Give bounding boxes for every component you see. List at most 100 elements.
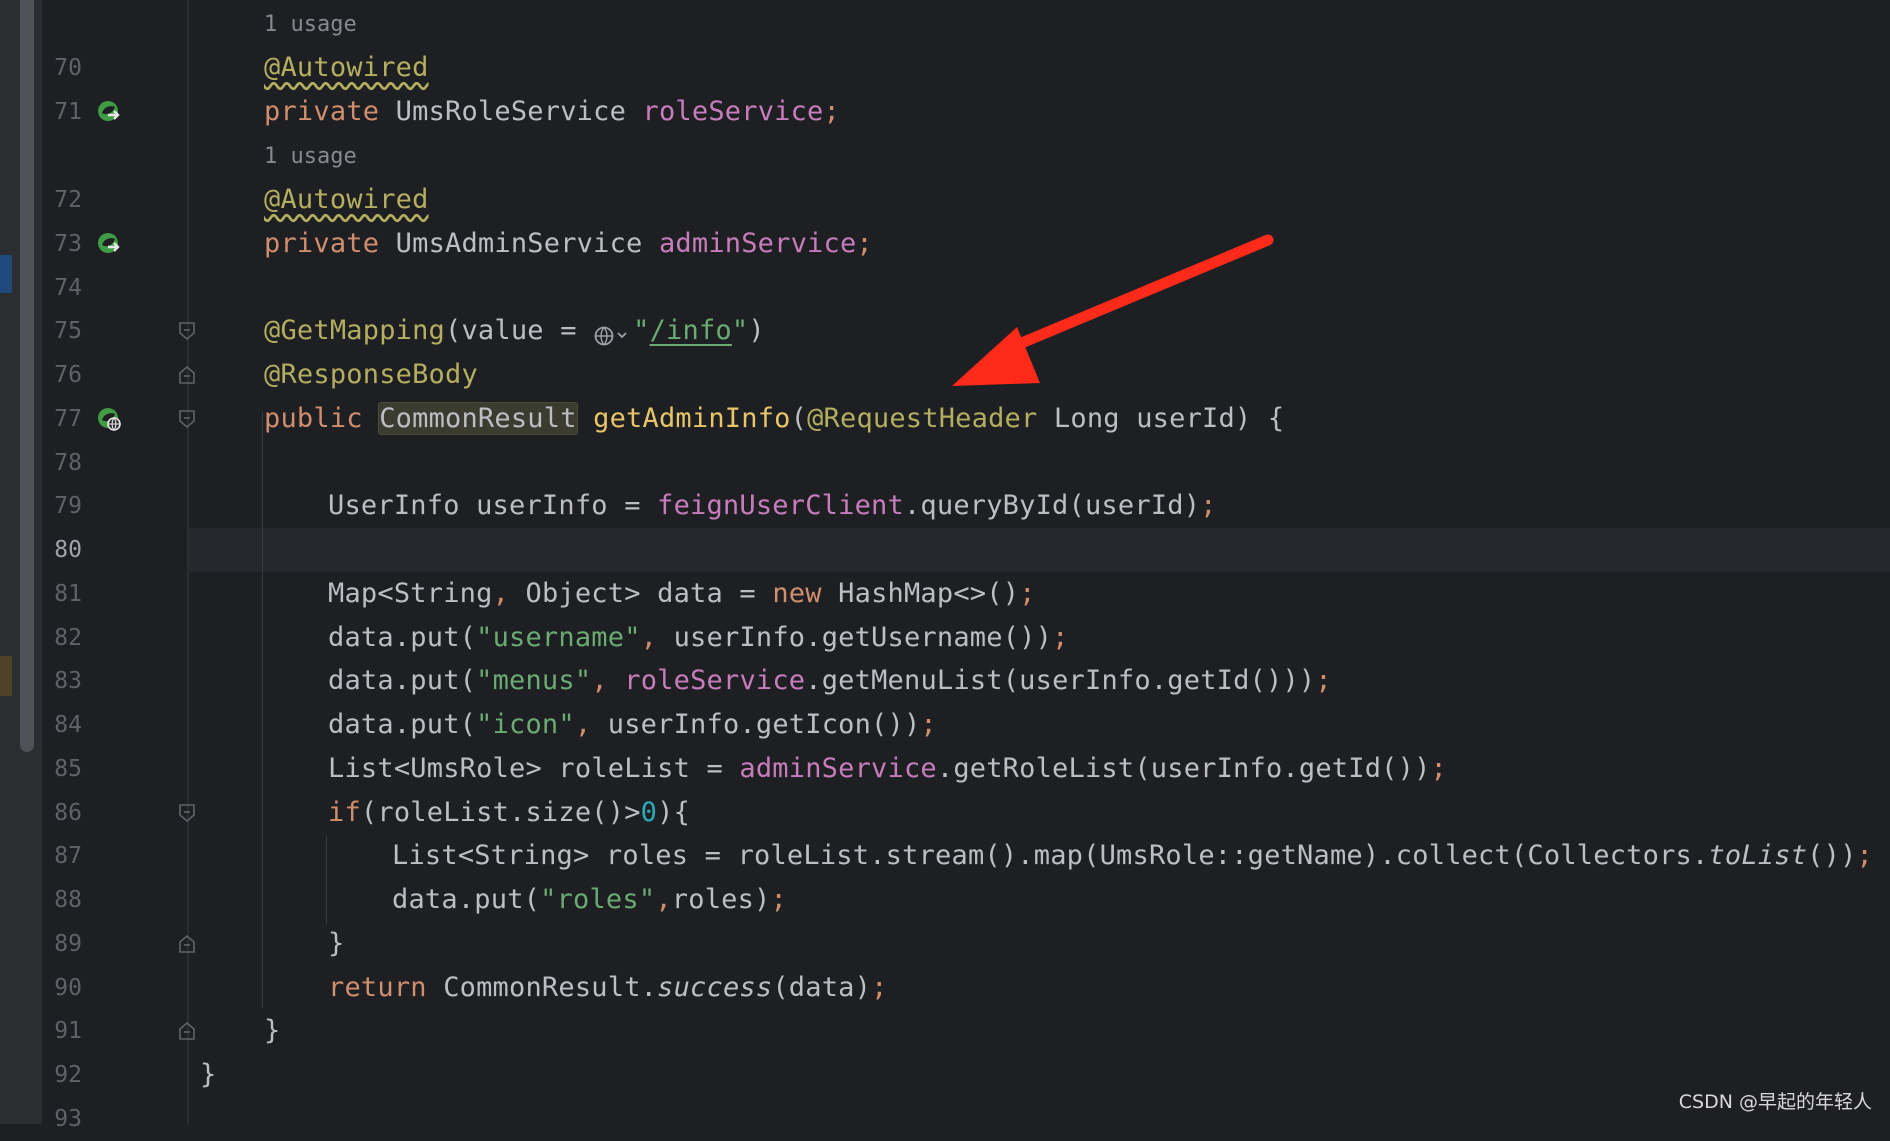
code-text[interactable]: return CommonResult.success(data); xyxy=(328,966,888,1010)
paren-token: ) xyxy=(748,315,765,346)
code-line-85[interactable]: 85 List<UmsRole> roleList = adminService… xyxy=(0,747,1890,791)
line-number: 77 xyxy=(54,406,82,432)
url-path-link[interactable]: /info xyxy=(650,315,732,346)
code-line-73[interactable]: 73 private UmsAdminService adminService; xyxy=(0,222,1890,266)
code-line-89[interactable]: 89 } xyxy=(0,922,1890,966)
plain-token: UserInfo userInfo = xyxy=(328,490,658,521)
code-text[interactable]: Map<String, Object> data = new HashMap<>… xyxy=(328,572,1036,616)
semicolon-token: ; xyxy=(856,228,873,259)
code-line-92[interactable]: 92 } xyxy=(0,1053,1890,1097)
spring-bean-injection-icon[interactable] xyxy=(96,231,122,257)
code-text[interactable]: private UmsAdminService adminService; xyxy=(264,222,873,266)
plain-token: userInfo.getIcon()) xyxy=(591,709,921,740)
code-text[interactable]: } xyxy=(264,1009,280,1053)
field-token: adminService xyxy=(658,228,857,259)
usage-hint[interactable]: 1 usage xyxy=(264,3,357,47)
string-quote: " xyxy=(731,315,749,346)
code-line-93[interactable]: 93 xyxy=(0,1097,1890,1141)
code-text[interactable]: @Autowired xyxy=(264,46,429,90)
code-text[interactable]: public CommonResult getAdminInfo(@Reques… xyxy=(264,397,1284,441)
code-text[interactable]: @ResponseBody xyxy=(264,353,478,397)
comma-token: , xyxy=(591,665,608,696)
fold-marker-icon[interactable] xyxy=(178,1021,196,1041)
line-number: 89 xyxy=(54,931,82,957)
spring-web-endpoint-icon[interactable] xyxy=(96,406,122,432)
semicolon-token: ; xyxy=(1315,665,1332,696)
annotation-token: @RequestHeader xyxy=(807,403,1038,434)
code-line-78[interactable]: 78 xyxy=(0,441,1890,485)
code-text[interactable]: } xyxy=(200,1053,216,1097)
code-text[interactable]: @Autowired xyxy=(264,178,429,222)
code-text[interactable]: @GetMapping(value = "/info") xyxy=(264,309,765,353)
line-number: 90 xyxy=(54,975,82,1001)
code-line-88[interactable]: 88 data.put("roles",roles); xyxy=(0,878,1890,922)
line-number: 78 xyxy=(54,450,82,476)
globe-endpoint-icon[interactable] xyxy=(593,319,633,345)
line-number: 88 xyxy=(54,887,82,913)
code-line-86[interactable]: 86 if(roleList.size()>0){ xyxy=(0,791,1890,835)
code-line-90[interactable]: 90 return CommonResult.success(data); xyxy=(0,966,1890,1010)
code-text[interactable]: data.put("username", userInfo.getUsernam… xyxy=(328,616,1069,660)
spring-bean-injection-icon[interactable] xyxy=(96,99,122,125)
plain-token: .getRoleList(userInfo.getId()) xyxy=(936,753,1431,784)
fold-marker-icon[interactable] xyxy=(178,409,196,429)
line-number: 92 xyxy=(54,1062,82,1088)
code-text[interactable]: List<UmsRole> roleList = adminService.ge… xyxy=(328,747,1447,791)
code-line-71[interactable]: 71 private UmsRoleService roleService; xyxy=(0,90,1890,134)
brace-token: } xyxy=(264,1015,281,1046)
code-text[interactable]: } xyxy=(328,922,344,966)
static-method-token: toList xyxy=(1708,840,1808,871)
plain-token: List<String> roles = roleList.stream().m… xyxy=(392,840,1709,871)
plain-token: Object> data = xyxy=(509,578,773,609)
code-line-79[interactable]: 79 UserInfo userInfo = feignUserClient.q… xyxy=(0,484,1890,528)
plain-token: userInfo.getUsername()) xyxy=(657,622,1053,653)
field-token: roleService xyxy=(642,96,824,127)
code-line-81[interactable]: 81 Map<String, Object> data = new HashMa… xyxy=(0,572,1890,616)
line-number: 83 xyxy=(54,668,82,694)
code-line-76[interactable]: 76 @ResponseBody xyxy=(0,353,1890,397)
semicolon-token: ; xyxy=(1019,578,1036,609)
code-text[interactable]: data.put("menus", roleService.getMenuLis… xyxy=(328,659,1332,703)
plain-token: data.put( xyxy=(328,622,477,653)
code-line-82[interactable]: 82 data.put("username", userInfo.getUser… xyxy=(0,616,1890,660)
code-line-hint-1: 1 usage xyxy=(0,3,1890,47)
line-number: 82 xyxy=(54,625,82,651)
line-number-current: 80 xyxy=(54,537,82,563)
annotation-token: @Autowired xyxy=(264,184,429,215)
usage-hint[interactable]: 1 usage xyxy=(264,135,357,179)
plain-token: .getMenuList(userInfo.getId())) xyxy=(805,665,1316,696)
line-number: 85 xyxy=(54,756,82,782)
code-line-72[interactable]: 72 @Autowired xyxy=(0,178,1890,222)
code-line-91[interactable]: 91 } xyxy=(0,1009,1890,1053)
code-text[interactable]: if(roleList.size()>0){ xyxy=(328,791,690,835)
code-line-77[interactable]: 77 public CommonResult getAdminInfo(@Req… xyxy=(0,397,1890,441)
code-text[interactable]: UserInfo userInfo = feignUserClient.quer… xyxy=(328,484,1217,528)
fold-marker-icon[interactable] xyxy=(178,803,196,823)
return-type-highlight[interactable]: CommonResult xyxy=(378,402,578,435)
code-line-74[interactable]: 74 xyxy=(0,266,1890,310)
code-text[interactable]: private UmsRoleService roleService; xyxy=(264,90,840,134)
code-text[interactable]: List<String> roles = roleList.stream().m… xyxy=(392,834,1873,878)
code-text[interactable]: data.put("roles",roles); xyxy=(392,878,787,922)
fold-marker-icon[interactable] xyxy=(178,934,196,954)
fold-marker-icon[interactable] xyxy=(178,365,196,385)
code-line-75[interactable]: 75 @GetMapping(value = "/info") xyxy=(0,309,1890,353)
line-number: 93 xyxy=(54,1106,82,1132)
code-line-80[interactable]: 80 xyxy=(0,528,1890,572)
type-token: UmsRoleService xyxy=(379,96,643,127)
code-line-83[interactable]: 83 data.put("menus", roleService.getMenu… xyxy=(0,659,1890,703)
code-line-87[interactable]: 87 List<String> roles = roleList.stream(… xyxy=(0,834,1890,878)
string-token: "roles" xyxy=(540,884,656,915)
code-line-84[interactable]: 84 data.put("icon", userInfo.getIcon()); xyxy=(0,703,1890,747)
keyword-token: new xyxy=(772,578,822,609)
line-number: 84 xyxy=(54,712,82,738)
semicolon-token: ; xyxy=(1200,490,1217,521)
fold-marker-icon[interactable] xyxy=(178,321,196,341)
code-line-70[interactable]: 70 @Autowired xyxy=(0,46,1890,90)
semicolon-token: ; xyxy=(871,972,888,1003)
plain-token: roles) xyxy=(671,884,771,915)
code-text[interactable]: data.put("icon", userInfo.getIcon()); xyxy=(328,703,937,747)
plain-token: HashMap<>() xyxy=(821,578,1020,609)
